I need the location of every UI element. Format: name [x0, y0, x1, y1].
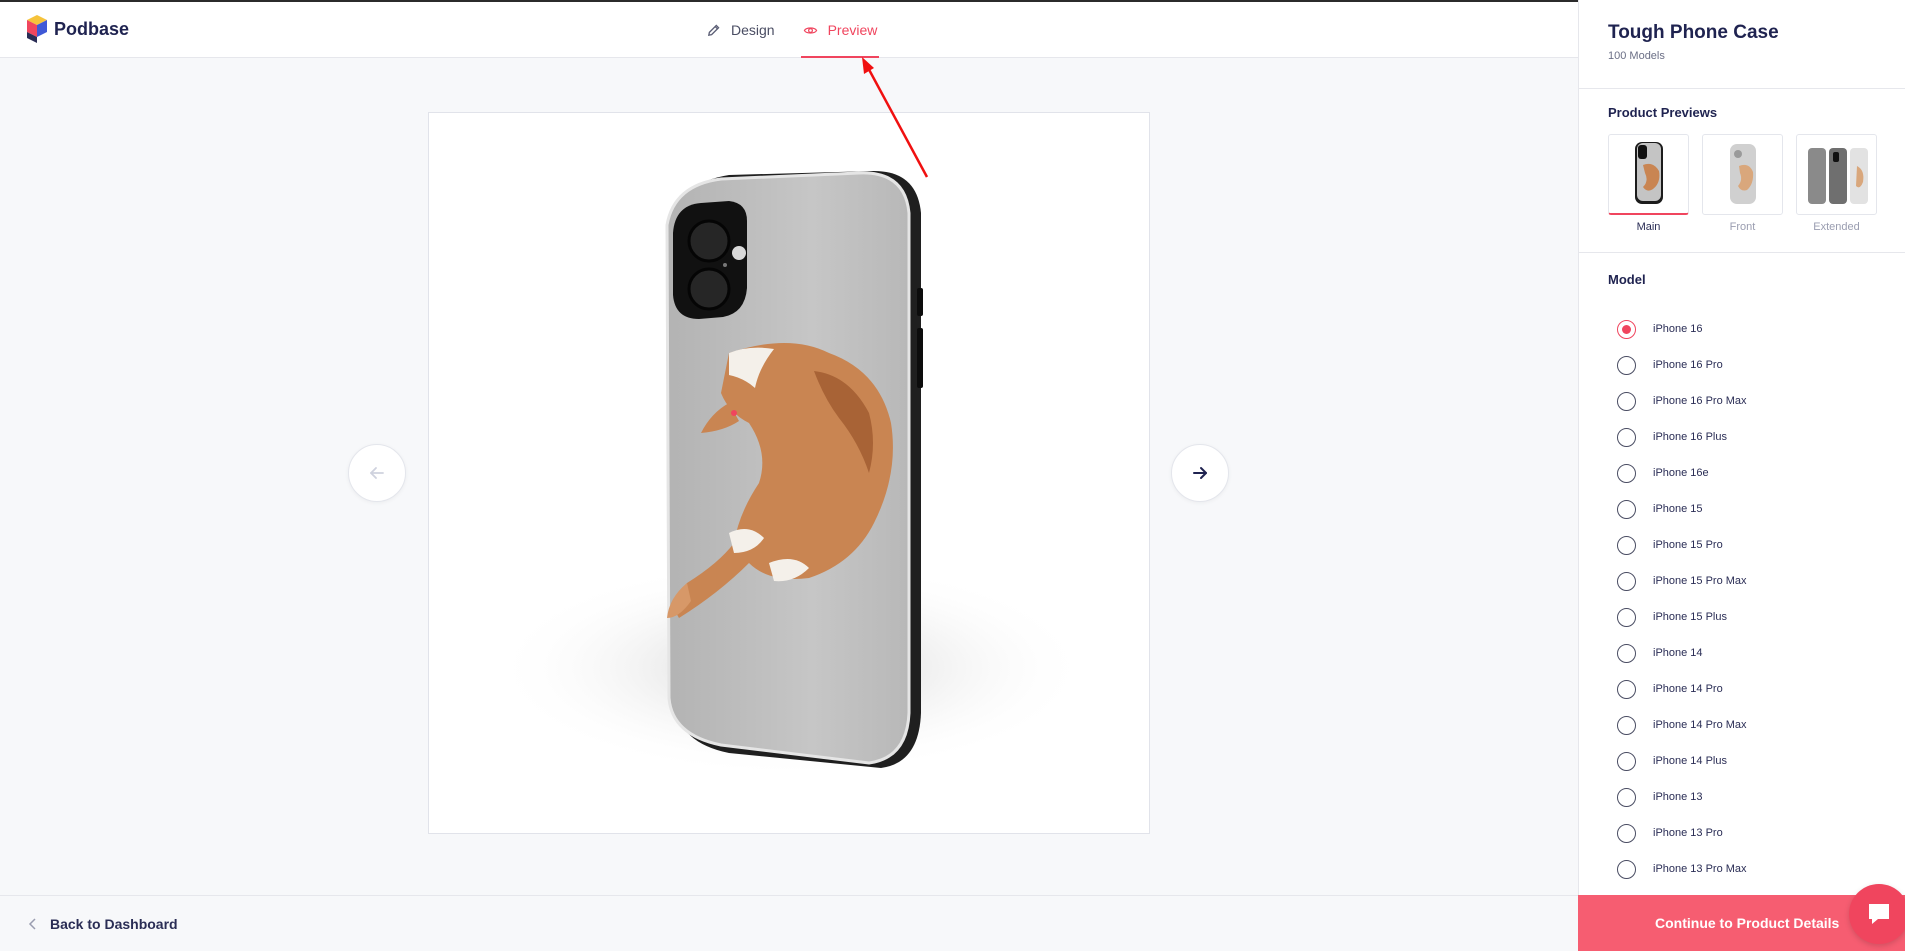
radio-button[interactable] — [1617, 607, 1636, 627]
model-option-label: iPhone 16 — [1653, 323, 1703, 335]
model-option[interactable]: iPhone 13 Pro Max — [1617, 851, 1747, 887]
model-section-title: Model — [1608, 272, 1646, 287]
radio-button[interactable] — [1617, 859, 1636, 879]
radio-button[interactable] — [1617, 715, 1636, 735]
model-option[interactable]: iPhone 16 Pro — [1617, 347, 1747, 383]
model-option-label: iPhone 13 — [1653, 791, 1703, 803]
model-option-label: iPhone 13 Pro — [1653, 827, 1723, 839]
preview-extended[interactable]: Extended — [1796, 134, 1877, 233]
back-label: Back to Dashboard — [50, 916, 178, 932]
top-header: Podbase Design Preview — [0, 2, 1578, 58]
model-option-label: iPhone 14 Pro — [1653, 683, 1723, 695]
model-option-label: iPhone 14 — [1653, 647, 1703, 659]
pencil-icon — [707, 24, 720, 36]
model-option[interactable]: iPhone 15 — [1617, 491, 1747, 527]
radio-button[interactable] — [1617, 643, 1636, 663]
product-title: Tough Phone Case — [1608, 22, 1779, 43]
model-option[interactable]: iPhone 14 — [1617, 635, 1747, 671]
preview-extended-label: Extended — [1813, 221, 1860, 233]
model-option[interactable]: iPhone 15 Pro — [1617, 527, 1747, 563]
model-option-label: iPhone 15 — [1653, 503, 1703, 515]
podbase-logo-icon — [27, 15, 47, 43]
model-option-label: iPhone 14 Plus — [1653, 755, 1727, 767]
model-option-label: iPhone 16 Plus — [1653, 431, 1727, 443]
model-option[interactable]: iPhone 16 Pro Max — [1617, 383, 1747, 419]
model-radio-list: iPhone 16 iPhone 16 Pro iPhone 16 Pro Ma… — [1617, 311, 1747, 887]
model-option-label: iPhone 16 Pro — [1653, 359, 1723, 371]
previous-image-button[interactable] — [348, 444, 406, 502]
model-option[interactable]: iPhone 16 Plus — [1617, 419, 1747, 455]
tab-preview-label: Preview — [827, 22, 878, 38]
model-option[interactable]: iPhone 16 — [1617, 311, 1747, 347]
radio-button[interactable] — [1617, 463, 1636, 483]
radio-button[interactable] — [1617, 427, 1636, 447]
model-option-label: iPhone 15 Plus — [1653, 611, 1727, 623]
radio-button[interactable] — [1617, 787, 1636, 807]
chevron-left-icon — [28, 918, 36, 930]
phone-case-mockup-image — [491, 171, 1091, 778]
preview-extended-thumbnail — [1796, 134, 1877, 215]
radio-button[interactable] — [1617, 391, 1636, 411]
next-image-button[interactable] — [1171, 444, 1229, 502]
model-option[interactable]: iPhone 16e — [1617, 455, 1747, 491]
preview-main[interactable]: Main — [1608, 134, 1689, 233]
model-option[interactable]: iPhone 15 Plus — [1617, 599, 1747, 635]
radio-button[interactable] — [1617, 823, 1636, 843]
model-option-label: iPhone 16e — [1653, 467, 1709, 479]
preview-thumbnails: Main Front Extended — [1608, 134, 1877, 233]
product-previews-title: Product Previews — [1608, 105, 1718, 120]
preview-front-thumbnail — [1702, 134, 1783, 215]
model-option-label: iPhone 15 Pro Max — [1653, 575, 1747, 587]
eye-icon — [803, 26, 817, 34]
divider — [1579, 252, 1905, 253]
bottom-bar: Back to Dashboard — [0, 895, 1578, 951]
tab-design[interactable]: Design — [704, 2, 777, 58]
preview-main-thumbnail — [1608, 134, 1689, 215]
model-option[interactable]: iPhone 14 Pro — [1617, 671, 1747, 707]
model-option[interactable]: iPhone 14 Pro Max — [1617, 707, 1747, 743]
tab-design-label: Design — [731, 22, 775, 38]
model-option[interactable]: iPhone 13 Pro — [1617, 815, 1747, 851]
model-option[interactable]: iPhone 13 — [1617, 779, 1747, 815]
product-model-count: 100 Models — [1608, 50, 1665, 62]
divider — [1579, 88, 1905, 89]
model-option[interactable]: iPhone 14 Plus — [1617, 743, 1747, 779]
arrow-left-icon — [370, 467, 384, 479]
radio-button[interactable] — [1617, 535, 1636, 555]
model-option[interactable]: iPhone 15 Pro Max — [1617, 563, 1747, 599]
chat-support-button[interactable] — [1849, 884, 1905, 944]
preview-image-frame — [428, 112, 1150, 834]
tab-preview[interactable]: Preview — [800, 2, 880, 58]
radio-button[interactable] — [1617, 571, 1636, 591]
view-tabs: Design Preview — [704, 2, 880, 58]
radio-button[interactable] — [1617, 751, 1636, 771]
radio-button[interactable] — [1617, 355, 1636, 375]
model-option-label: iPhone 15 Pro — [1653, 539, 1723, 551]
model-option-label: iPhone 16 Pro Max — [1653, 395, 1747, 407]
preview-front-label: Front — [1729, 221, 1756, 233]
preview-front[interactable]: Front — [1702, 134, 1783, 233]
product-sidebar: Tough Phone Case 100 Models Product Prev… — [1578, 0, 1905, 951]
back-to-dashboard-link[interactable]: Back to Dashboard — [28, 916, 178, 932]
radio-button[interactable] — [1617, 319, 1636, 339]
logo[interactable]: Podbase — [26, 14, 129, 44]
preview-main-label: Main — [1636, 221, 1661, 233]
chat-icon — [1869, 904, 1889, 924]
radio-button[interactable] — [1617, 679, 1636, 699]
arrow-right-icon — [1193, 467, 1207, 479]
model-option-label: iPhone 13 Pro Max — [1653, 863, 1747, 875]
app-name: Podbase — [54, 18, 130, 39]
radio-button[interactable] — [1617, 499, 1636, 519]
model-option-label: iPhone 14 Pro Max — [1653, 719, 1747, 731]
